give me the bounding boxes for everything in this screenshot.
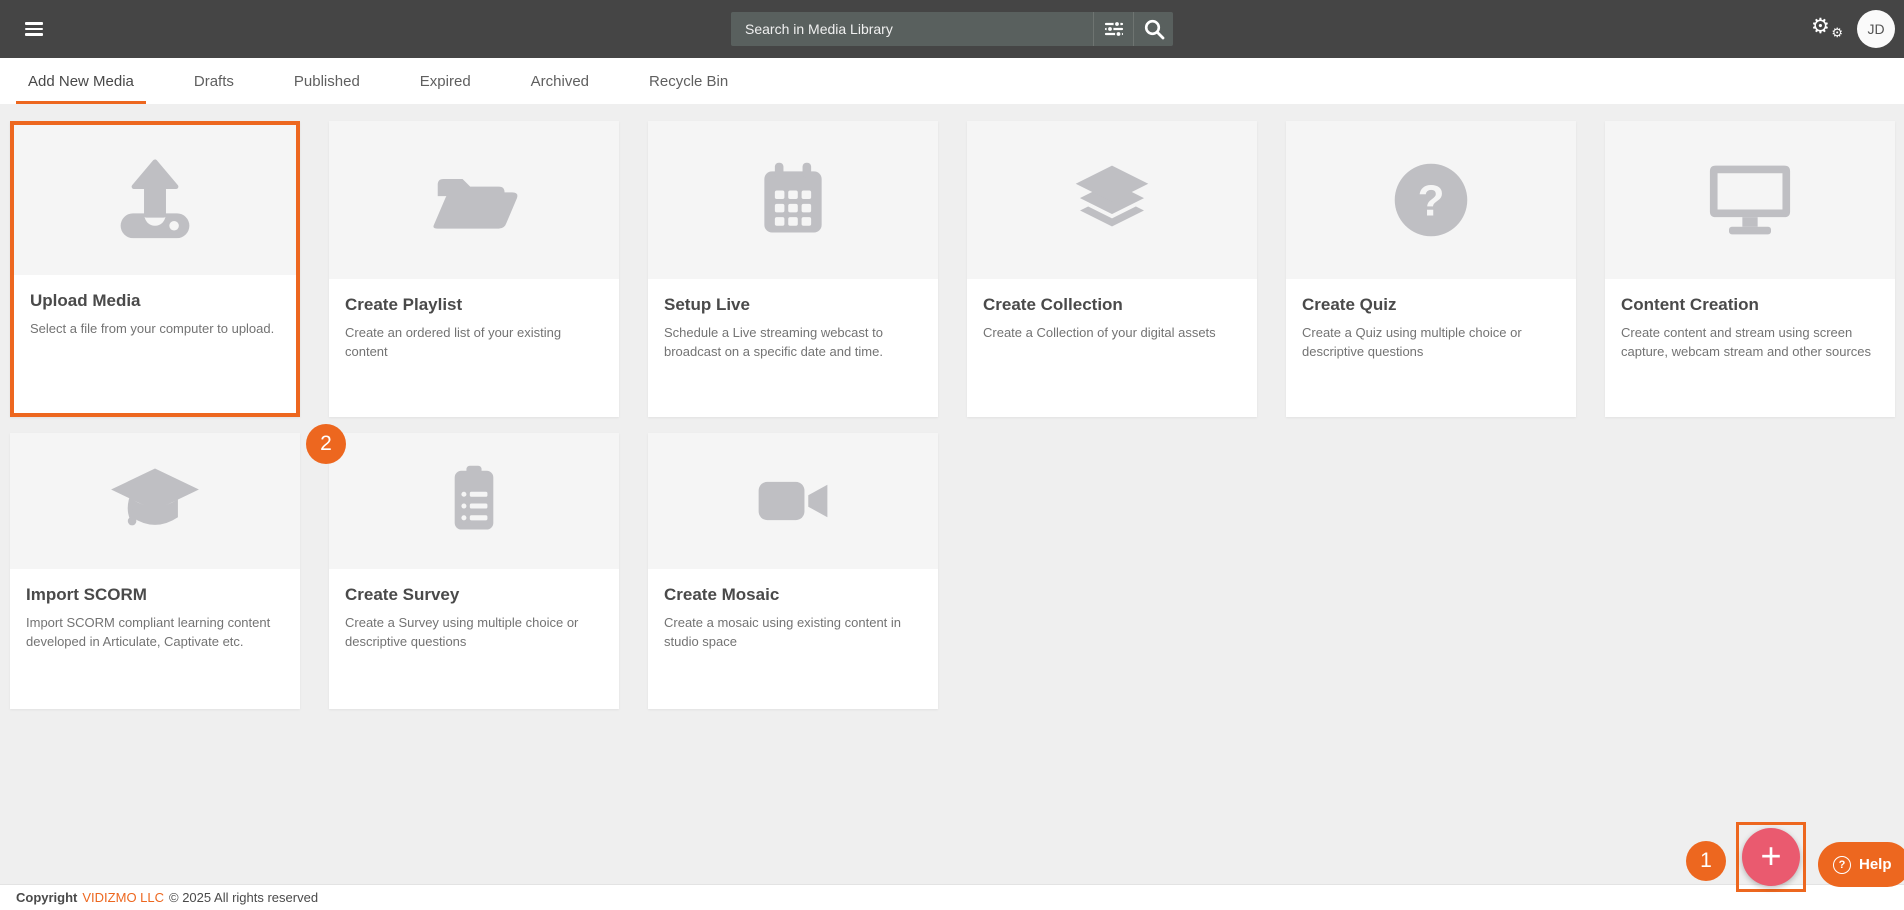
copyright-label: Copyright (16, 890, 77, 905)
card-body: Upload Media Select a file from your comp… (14, 275, 296, 413)
card-icon-area (967, 121, 1257, 279)
rights-text: © 2025 All rights reserved (169, 890, 318, 905)
card-import-scorm[interactable]: Import SCORM Import SCORM compliant learn… (10, 433, 300, 709)
topbar-right-actions: ⚙⚙ JD (1811, 0, 1901, 58)
card-icon-area (329, 121, 619, 279)
card-description: Create a Survey using multiple choice or… (345, 614, 603, 652)
company-link[interactable]: VIDIZMO LLC (82, 890, 164, 905)
card-description: Select a file from your computer to uplo… (30, 320, 280, 339)
question-circle-icon: ? (1833, 856, 1851, 874)
card-body: Create Mosaic Create a mosaic using exist… (648, 569, 938, 709)
add-media-fab[interactable]: + (1742, 828, 1800, 886)
video-camera-icon (745, 459, 841, 543)
folder-open-icon (426, 158, 522, 242)
card-description: Create a Quiz using multiple choice or d… (1302, 324, 1560, 362)
card-upload-media[interactable]: Upload Media Select a file from your comp… (10, 121, 300, 417)
card-icon-area (648, 121, 938, 279)
tab-drafts[interactable]: Drafts (182, 58, 246, 104)
tab-archived[interactable]: Archived (519, 58, 601, 104)
card-content-creation[interactable]: Content Creation Create content and strea… (1605, 121, 1895, 417)
media-library-content: Upload Media Select a file from your comp… (0, 104, 1904, 884)
card-body: Content Creation Create content and strea… (1605, 279, 1895, 417)
card-icon-area (14, 125, 296, 275)
cards-row-2: Import SCORM Import SCORM compliant learn… (10, 433, 1904, 709)
card-title: Upload Media (30, 291, 280, 311)
layers-icon (1064, 158, 1160, 242)
card-create-collection[interactable]: Create Collection Create a Collection of … (967, 121, 1257, 417)
card-body: Create Playlist Create an ordered list of… (329, 279, 619, 417)
card-description: Import SCORM compliant learning content … (26, 614, 284, 652)
card-icon-area (1605, 121, 1895, 279)
tab-published[interactable]: Published (282, 58, 372, 104)
monitor-icon (1702, 158, 1798, 242)
card-title: Create Mosaic (664, 585, 922, 605)
help-button[interactable]: ? Help (1818, 842, 1904, 887)
card-icon-area: ? (1286, 121, 1576, 279)
card-description: Create a mosaic using existing content i… (664, 614, 922, 652)
card-title: Create Collection (983, 295, 1241, 315)
top-app-bar: ⚙⚙ JD (0, 0, 1904, 58)
tab-add-new-media[interactable]: Add New Media (16, 58, 146, 104)
avatar[interactable]: JD (1857, 10, 1895, 48)
annotation-step-2-badge: 2 (306, 424, 346, 464)
tab-expired[interactable]: Expired (408, 58, 483, 104)
card-body: Import SCORM Import SCORM compliant learn… (10, 569, 300, 709)
card-description: Create an ordered list of your existing … (345, 324, 603, 362)
card-icon-area (10, 433, 300, 569)
graduation-cap-icon (105, 459, 205, 543)
card-body: Create Quiz Create a Quiz using multiple … (1286, 279, 1576, 417)
annotation-step-1-badge: 1 (1686, 841, 1726, 881)
card-description: Schedule a Live streaming webcast to bro… (664, 324, 922, 362)
card-icon-area (329, 433, 619, 569)
services-gear-icon[interactable]: ⚙⚙ (1811, 13, 1843, 45)
card-title: Create Quiz (1302, 295, 1560, 315)
card-body: Create Survey Create a Survey using multi… (329, 569, 619, 709)
fab-annotation-highlight: + (1736, 822, 1806, 892)
card-setup-live[interactable]: Setup Live Schedule a Live streaming webc… (648, 121, 938, 417)
search-bar (731, 12, 1173, 46)
card-body: Setup Live Schedule a Live streaming webc… (648, 279, 938, 417)
card-description: Create content and stream using screen c… (1621, 324, 1879, 362)
help-label: Help (1859, 856, 1892, 873)
card-title: Import SCORM (26, 585, 284, 605)
card-create-quiz[interactable]: ? Create Quiz Create a Quiz using multipl… (1286, 121, 1576, 417)
card-title: Create Survey (345, 585, 603, 605)
card-title: Content Creation (1621, 295, 1879, 315)
filter-icon[interactable] (1094, 12, 1133, 46)
tab-recycle-bin[interactable]: Recycle Bin (637, 58, 740, 104)
card-create-playlist[interactable]: Create Playlist Create an ordered list of… (329, 121, 619, 417)
card-icon-area (648, 433, 938, 569)
card-title: Create Playlist (345, 295, 603, 315)
search-icon[interactable] (1134, 12, 1173, 46)
footer: Copyright VIDIZMO LLC © 2025 All rights … (0, 884, 1904, 910)
svg-text:?: ? (1418, 176, 1445, 225)
plus-icon: + (1760, 838, 1781, 874)
question-circle-icon: ? (1383, 158, 1479, 242)
menu-icon[interactable] (25, 19, 43, 39)
card-title: Setup Live (664, 295, 922, 315)
card-description: Create a Collection of your digital asse… (983, 324, 1241, 343)
card-create-survey[interactable]: Create Survey Create a Survey using multi… (329, 433, 619, 709)
upload-icon (107, 158, 203, 242)
card-body: Create Collection Create a Collection of … (967, 279, 1257, 417)
clipboard-icon (432, 459, 516, 543)
calendar-icon (745, 158, 841, 242)
search-input[interactable] (731, 12, 1093, 46)
library-tabs: Add New Media Drafts Published Expired Archi… (0, 58, 1904, 104)
cards-row-1: Upload Media Select a file from your comp… (10, 121, 1904, 417)
card-create-mosaic[interactable]: Create Mosaic Create a mosaic using exist… (648, 433, 938, 709)
